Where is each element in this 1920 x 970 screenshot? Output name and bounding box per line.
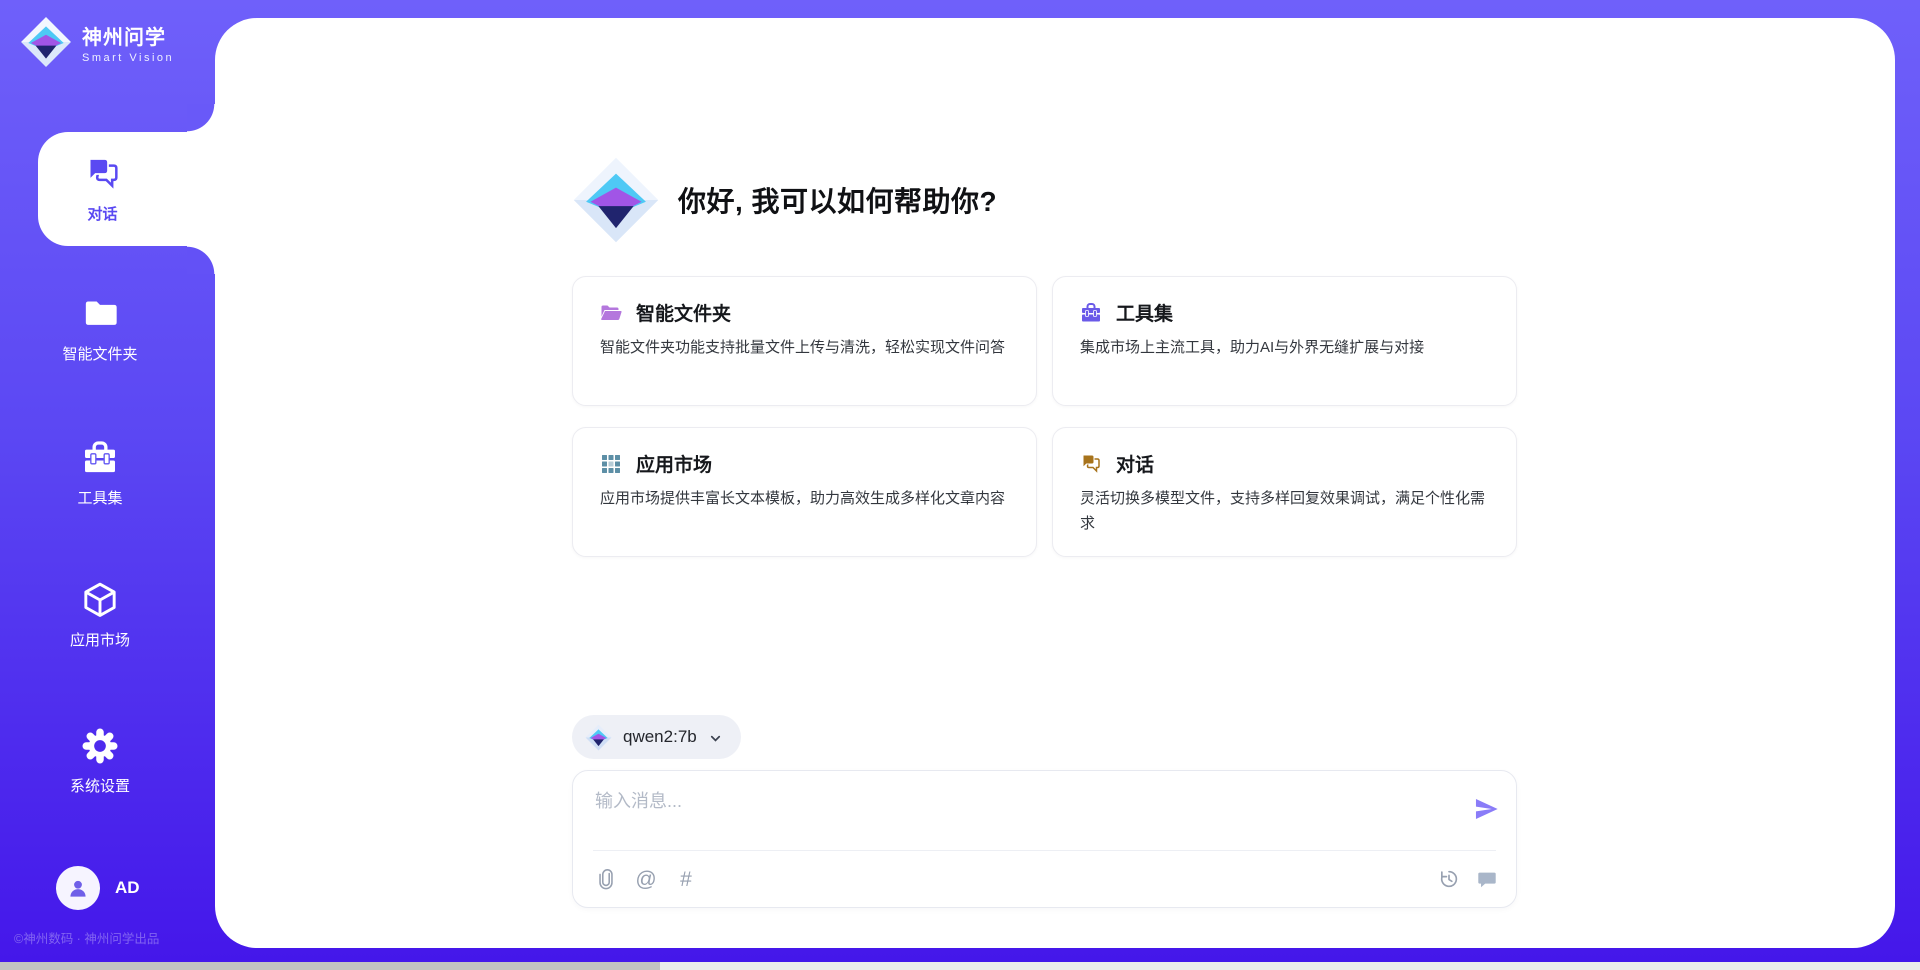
card-toolset[interactable]: 工具集 集成市场上主流工具，助力AI与外界无缝扩展与对接 bbox=[1052, 276, 1517, 406]
card-app-market[interactable]: 应用市场 应用市场提供丰富长文本模板，助力高效生成多样化文章内容 bbox=[572, 427, 1037, 557]
main-panel: 你好, 我可以如何帮助你? 智能文件夹 智能文件夹功能支持批量文件上传与清洗，轻… bbox=[215, 18, 1895, 948]
sidebar-item-label: 应用市场 bbox=[70, 629, 130, 650]
tab-curve-top bbox=[187, 104, 215, 132]
model-selector[interactable]: qwen2:7b bbox=[572, 715, 741, 759]
card-chat[interactable]: 对话 灵活切换多模型文件，支持多样回复效果调试，满足个性化需求 bbox=[1052, 427, 1517, 557]
user-name: AD bbox=[115, 878, 140, 898]
card-desc: 智能文件夹功能支持批量文件上传与清洗，轻松实现文件问答 bbox=[599, 336, 1010, 361]
sidebar-item-chat[interactable]: 对话 bbox=[38, 132, 215, 246]
sidebar-item-settings[interactable]: 系统设置 bbox=[0, 726, 200, 796]
sidebar-item-toolset[interactable]: 工具集 bbox=[0, 438, 200, 508]
attachment-icon[interactable] bbox=[595, 868, 617, 890]
tab-curve-bottom bbox=[187, 246, 215, 274]
composer-toolbar: @ # bbox=[595, 851, 1498, 907]
message-composer: @ # bbox=[572, 770, 1517, 908]
card-title: 应用市场 bbox=[636, 450, 712, 477]
card-title: 智能文件夹 bbox=[636, 299, 731, 326]
horizontal-scrollbar bbox=[0, 962, 1920, 970]
mention-icon[interactable]: @ bbox=[635, 868, 657, 890]
sidebar-item-label: 工具集 bbox=[77, 487, 122, 508]
chat-icon bbox=[83, 154, 123, 194]
sidebar-item-smart-folder[interactable]: 智能文件夹 bbox=[0, 294, 200, 364]
message-input[interactable] bbox=[595, 787, 1425, 849]
feature-cards: 智能文件夹 智能文件夹功能支持批量文件上传与清洗，轻松实现文件问答 bbox=[572, 276, 1517, 557]
history-icon[interactable] bbox=[1438, 868, 1460, 890]
model-gem-icon bbox=[585, 724, 612, 751]
hashtag-icon[interactable]: # bbox=[675, 868, 697, 890]
card-title: 对话 bbox=[1116, 450, 1154, 477]
chats-icon bbox=[1079, 452, 1103, 476]
avatar bbox=[56, 866, 100, 910]
card-desc: 灵活切换多模型文件，支持多样回复效果调试，满足个性化需求 bbox=[1079, 487, 1490, 537]
model-name: qwen2:7b bbox=[623, 727, 697, 747]
sidebar-item-app-market[interactable]: 应用市场 bbox=[0, 580, 200, 650]
content-column: 你好, 我可以如何帮助你? 智能文件夹 智能文件夹功能支持批量文件上传与清洗，轻… bbox=[572, 18, 1517, 948]
brand: 神州问学 Smart Vision bbox=[20, 16, 174, 68]
copyright-text: ©神州数码 · 神州问学出品 bbox=[14, 928, 214, 947]
brand-subtitle: Smart Vision bbox=[82, 52, 174, 64]
brand-logo-icon bbox=[20, 16, 72, 68]
greeting-text: 你好, 我可以如何帮助你? bbox=[678, 180, 997, 220]
toolbox-icon bbox=[1079, 301, 1103, 325]
sidebar: 神州问学 Smart Vision 对话 智能文件夹 bbox=[0, 0, 215, 970]
brand-gem-icon bbox=[572, 156, 660, 244]
cube-icon bbox=[80, 580, 120, 620]
sidebar-item-label: 智能文件夹 bbox=[62, 343, 137, 364]
gear-icon bbox=[80, 726, 120, 766]
chat-bubble-icon[interactable] bbox=[1476, 868, 1498, 890]
scrollbar-thumb[interactable] bbox=[0, 962, 660, 970]
toolbox-icon bbox=[80, 438, 120, 478]
card-desc: 集成市场上主流工具，助力AI与外界无缝扩展与对接 bbox=[1079, 336, 1490, 361]
sidebar-item-label: 系统设置 bbox=[70, 775, 130, 796]
greeting-block: 你好, 我可以如何帮助你? bbox=[572, 156, 997, 244]
sidebar-item-label: 对话 bbox=[87, 203, 117, 224]
folder-icon bbox=[80, 294, 120, 334]
card-desc: 应用市场提供丰富长文本模板，助力高效生成多样化文章内容 bbox=[599, 487, 1010, 512]
folder-open-icon bbox=[599, 301, 623, 325]
grid-cube-icon bbox=[599, 452, 623, 476]
brand-name: 神州问学 bbox=[82, 21, 174, 50]
card-title: 工具集 bbox=[1116, 299, 1173, 326]
card-smart-folder[interactable]: 智能文件夹 智能文件夹功能支持批量文件上传与清洗，轻松实现文件问答 bbox=[572, 276, 1037, 406]
chevron-down-icon bbox=[708, 731, 723, 746]
user-account[interactable]: AD bbox=[56, 866, 140, 910]
send-icon[interactable] bbox=[1472, 795, 1500, 823]
